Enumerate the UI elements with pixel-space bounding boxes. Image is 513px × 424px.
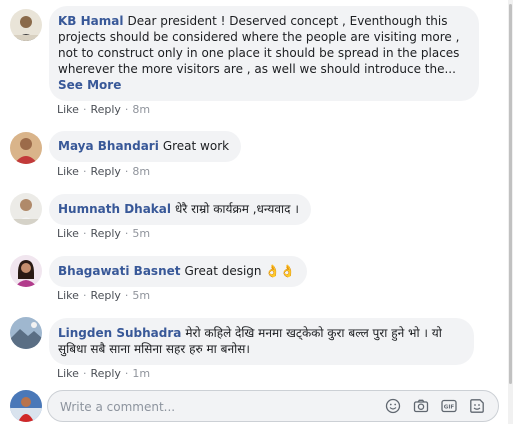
comment-bubble: KB Hamal Dear president ! Deserved concep… xyxy=(49,6,479,101)
current-user-avatar[interactable] xyxy=(10,390,42,422)
separator-dot: · xyxy=(124,103,129,116)
comment-author[interactable]: KB Hamal xyxy=(58,14,123,28)
sticker-icon[interactable] xyxy=(469,398,485,414)
comment-timestamp[interactable]: 8m xyxy=(132,165,150,178)
comment-composer: GIF xyxy=(0,387,500,424)
comment-bubble: Bhagawati Basnet Great design 👌👌 xyxy=(49,256,308,287)
gif-icon[interactable]: GIF xyxy=(441,398,457,414)
avatar[interactable] xyxy=(10,317,42,349)
reply-link[interactable]: Reply xyxy=(90,165,120,178)
comment-item: KB Hamal Dear president ! Deserved concep… xyxy=(0,0,500,120)
comment-bubble: Humnath Dhakal धेरै राम्रो कार्यक्रम ,धन्… xyxy=(49,194,311,225)
comment-timestamp[interactable]: 1m xyxy=(132,367,150,380)
scrollbar-thumb[interactable] xyxy=(509,4,512,384)
avatar[interactable] xyxy=(10,9,42,41)
like-link[interactable]: Like xyxy=(57,165,79,178)
comment-author[interactable]: Lingden Subhadra xyxy=(58,326,181,340)
reply-link[interactable]: Reply xyxy=(90,289,120,302)
see-more-link[interactable]: See More xyxy=(58,77,467,93)
separator-dot: · xyxy=(82,103,87,116)
comment-input[interactable] xyxy=(58,397,362,417)
emoji-icon[interactable] xyxy=(385,398,401,414)
comment-item: Maya Bhandari Great work Like · Reply · 8m xyxy=(0,128,500,183)
comment-text: धेरै राम्रो कार्यक्रम ,धन्यवाद । xyxy=(174,202,299,216)
comment-author[interactable]: Humnath Dhakal xyxy=(58,202,171,216)
comment-input-box[interactable]: GIF xyxy=(47,390,499,422)
separator-dot: · xyxy=(124,289,129,302)
comment-actions: Like · Reply · 1m xyxy=(57,367,150,380)
reply-link[interactable]: Reply xyxy=(90,367,120,380)
like-link[interactable]: Like xyxy=(57,289,79,302)
avatar[interactable] xyxy=(10,193,42,225)
comment-text: Great work xyxy=(162,139,230,153)
separator-dot: · xyxy=(124,165,129,178)
comment-bubble: Maya Bhandari Great work xyxy=(49,131,242,162)
avatar[interactable] xyxy=(10,132,42,164)
avatar[interactable] xyxy=(10,255,42,287)
comment-item: Humnath Dhakal धेरै राम्रो कार्यक्रम ,धन्… xyxy=(0,191,500,246)
comment-timestamp[interactable]: 5m xyxy=(132,289,150,302)
separator-dot: · xyxy=(124,227,129,240)
comment-actions: Like · Reply · 8m xyxy=(57,103,150,116)
like-link[interactable]: Like xyxy=(57,103,79,116)
comment-actions: Like · Reply · 8m xyxy=(57,165,150,178)
comment-bubble: Lingden Subhadra मेरो कहिले देखि मनमा खट्… xyxy=(49,318,474,365)
comment-item: Bhagawati Basnet Great design 👌👌 Like · Rep… xyxy=(0,253,500,308)
like-link[interactable]: Like xyxy=(57,227,79,240)
comment-author[interactable]: Bhagawati Basnet xyxy=(58,264,181,278)
camera-icon[interactable] xyxy=(413,398,429,414)
comment-text: Great design 👌👌 xyxy=(184,264,296,278)
reply-link[interactable]: Reply xyxy=(90,103,120,116)
like-link[interactable]: Like xyxy=(57,367,79,380)
comment-actions: Like · Reply · 5m xyxy=(57,289,150,302)
svg-text:GIF: GIF xyxy=(444,405,455,411)
separator-dot: · xyxy=(82,227,87,240)
separator-dot: · xyxy=(82,165,87,178)
separator-dot: · xyxy=(82,289,87,302)
separator-dot: · xyxy=(124,367,129,380)
reply-link[interactable]: Reply xyxy=(90,227,120,240)
comment-item: Lingden Subhadra मेरो कहिले देखि मनमा खट्… xyxy=(0,315,500,385)
separator-dot: · xyxy=(82,367,87,380)
comment-timestamp[interactable]: 5m xyxy=(132,227,150,240)
comment-actions: Like · Reply · 5m xyxy=(57,227,150,240)
comment-author[interactable]: Maya Bhandari xyxy=(58,139,159,153)
comment-timestamp[interactable]: 8m xyxy=(132,103,150,116)
